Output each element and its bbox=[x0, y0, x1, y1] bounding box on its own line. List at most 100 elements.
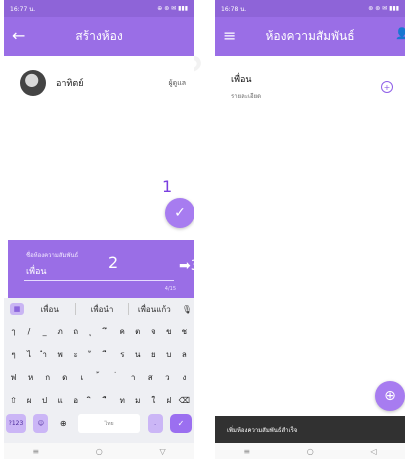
key[interactable]: ๆ bbox=[6, 345, 21, 364]
room-name: เพื่อน bbox=[231, 75, 252, 85]
recent-apps-icon[interactable]: ≡ bbox=[32, 447, 39, 456]
suggestion-3[interactable]: เพื่อนแก้ว bbox=[129, 303, 180, 316]
key[interactable]: ค bbox=[115, 322, 130, 341]
key[interactable]: ำ bbox=[37, 345, 52, 364]
annotation-2: 2 bbox=[108, 253, 119, 272]
key[interactable]: จ bbox=[146, 322, 161, 341]
keyboard: ▦ เพื่อน เพื่อนำ เพื่อนแก้ว 🎙 ๅ / _ ภ ถ … bbox=[4, 298, 194, 443]
key[interactable]: ุ bbox=[84, 322, 99, 341]
key[interactable]: ย bbox=[146, 345, 161, 364]
arrow-left-icon[interactable]: ← bbox=[12, 26, 25, 45]
annotation-3-arrow: ➡3 bbox=[179, 258, 194, 274]
emoji-key[interactable]: ☺ bbox=[33, 414, 49, 433]
key[interactable]: ้ bbox=[91, 368, 106, 387]
add-circle-icon[interactable]: + bbox=[381, 81, 393, 93]
key[interactable]: ส bbox=[143, 368, 158, 387]
keyboard-row-4: ⇧ ผ ป แ อ ิ ื ท ม ใ ฝ ⌫ bbox=[6, 391, 192, 410]
annotation-1: 1 bbox=[162, 177, 173, 196]
key[interactable]: เ bbox=[74, 368, 89, 387]
key[interactable]: ่ bbox=[109, 368, 124, 387]
key[interactable]: บ bbox=[161, 345, 176, 364]
key[interactable]: ล bbox=[177, 345, 192, 364]
key[interactable]: พ bbox=[53, 345, 68, 364]
keyboard-row-3: ฟ ห ก ด เ ้ ่ า ส ว ง bbox=[6, 368, 192, 387]
key[interactable]: อ bbox=[68, 391, 83, 410]
key[interactable]: ท bbox=[115, 391, 130, 410]
create-room-screen: 16:77 น. ⊕ ⊛ ✉ ▮▮▮ ← สร้างห้อง อาทิตย์ ผ… bbox=[4, 0, 194, 459]
mode-key[interactable]: ?123 bbox=[6, 414, 26, 433]
enter-key[interactable]: ✓ bbox=[169, 414, 192, 433]
confirm-button[interactable]: ✓ bbox=[165, 198, 194, 228]
key[interactable]: แ bbox=[53, 391, 68, 410]
key[interactable]: ถ bbox=[68, 322, 83, 341]
input-underline bbox=[24, 280, 174, 281]
key[interactable]: า bbox=[126, 368, 141, 387]
key[interactable]: ร bbox=[115, 345, 130, 364]
key[interactable]: ใ bbox=[146, 391, 161, 410]
backspace-key[interactable]: ⌫ bbox=[177, 391, 192, 410]
person-add-icon[interactable]: 👤 bbox=[395, 27, 405, 40]
menu-icon[interactable]: ≡ bbox=[223, 26, 236, 45]
home-icon[interactable]: ○ bbox=[307, 447, 314, 456]
back-icon[interactable]: ▽ bbox=[159, 447, 165, 456]
key[interactable]: ื bbox=[99, 391, 114, 410]
home-icon[interactable]: ○ bbox=[96, 447, 103, 456]
room-name-input-panel: ชื่อห้องความสัมพันธ์ เพื่อน 2 ➡3 4/15 bbox=[8, 240, 194, 298]
snackbar-text: เพิ่มห้องความสัมพันธ์สำเร็จ bbox=[227, 426, 298, 434]
key[interactable]: ึ bbox=[99, 322, 114, 341]
room-name-input[interactable]: เพื่อน bbox=[26, 264, 47, 278]
key[interactable]: ไ bbox=[22, 345, 37, 364]
key[interactable]: ข bbox=[161, 322, 176, 341]
page-title: ห้องความสัมพันธ์ bbox=[265, 29, 355, 43]
key[interactable]: _ bbox=[37, 322, 52, 341]
add-room-button[interactable]: ⊕ bbox=[375, 381, 405, 411]
member-name: อาทิตย์ bbox=[56, 79, 84, 89]
apps-grid-icon[interactable]: ▦ bbox=[10, 303, 24, 315]
avatar bbox=[20, 70, 46, 96]
key[interactable]: ั bbox=[84, 345, 99, 364]
status-bar: 16:77 น. ⊕ ⊛ ✉ ▮▮▮ bbox=[4, 0, 194, 17]
status-bar: 16:78 น. ⊛ ⊛ ✉ ▮▮▮ bbox=[215, 0, 405, 17]
list-item[interactable]: เพื่อน รายละเอียด + bbox=[231, 72, 393, 112]
recent-apps-icon[interactable]: ≡ bbox=[243, 447, 250, 456]
keyboard-row-1: ๅ / _ ภ ถ ุ ึ ค ต จ ข ช bbox=[6, 322, 192, 341]
key[interactable]: ก bbox=[40, 368, 55, 387]
status-time: 16:78 น. bbox=[221, 5, 247, 13]
key[interactable]: / bbox=[22, 322, 37, 341]
key[interactable]: ฝ bbox=[161, 391, 176, 410]
suggestion-2[interactable]: เพื่อนำ bbox=[76, 303, 127, 316]
key[interactable]: ๅ bbox=[6, 322, 21, 341]
key[interactable]: ต bbox=[130, 322, 145, 341]
status-icons: ⊕ ⊛ ✉ ▮▮▮ bbox=[157, 5, 188, 12]
key[interactable]: ฟ bbox=[6, 368, 21, 387]
period-key[interactable]: . bbox=[147, 414, 163, 433]
key[interactable]: ว bbox=[160, 368, 175, 387]
key[interactable]: ห bbox=[23, 368, 38, 387]
key[interactable]: ิ bbox=[84, 391, 99, 410]
key[interactable]: ผ bbox=[22, 391, 37, 410]
key[interactable]: น bbox=[130, 345, 145, 364]
plus-icon: ⊕ bbox=[384, 388, 396, 404]
key[interactable]: ภ bbox=[53, 322, 68, 341]
microphone-icon[interactable]: 🎙 bbox=[180, 305, 194, 314]
app-bar: ← สร้างห้อง bbox=[4, 17, 194, 56]
key[interactable]: ป bbox=[37, 391, 52, 410]
owner-label: ผู้ดูแล bbox=[168, 79, 186, 87]
key[interactable]: ี bbox=[99, 345, 114, 364]
app-bar: ≡ ห้องความสัมพันธ์ 👤 bbox=[215, 17, 405, 56]
key[interactable]: ม bbox=[130, 391, 145, 410]
status-icons: ⊛ ⊛ ✉ ▮▮▮ bbox=[368, 5, 399, 12]
key[interactable]: ด bbox=[57, 368, 72, 387]
space-key[interactable]: ไทย bbox=[78, 414, 141, 433]
key[interactable]: ง bbox=[177, 368, 192, 387]
page-title: สร้างห้อง bbox=[75, 29, 123, 43]
shift-key[interactable]: ⇧ bbox=[6, 391, 21, 410]
status-time: 16:77 น. bbox=[10, 5, 36, 13]
suggestion-bar: ▦ เพื่อน เพื่อนำ เพื่อนแก้ว 🎙 bbox=[4, 298, 194, 320]
keyboard-row-2: ๆ ไ ำ พ ะ ั ี ร น ย บ ล bbox=[6, 345, 192, 364]
key[interactable]: ช bbox=[177, 322, 192, 341]
globe-icon[interactable]: ⊕ bbox=[56, 414, 71, 433]
key[interactable]: ะ bbox=[68, 345, 83, 364]
back-icon[interactable]: ◁ bbox=[370, 447, 376, 456]
suggestion-1[interactable]: เพื่อน bbox=[24, 303, 75, 316]
